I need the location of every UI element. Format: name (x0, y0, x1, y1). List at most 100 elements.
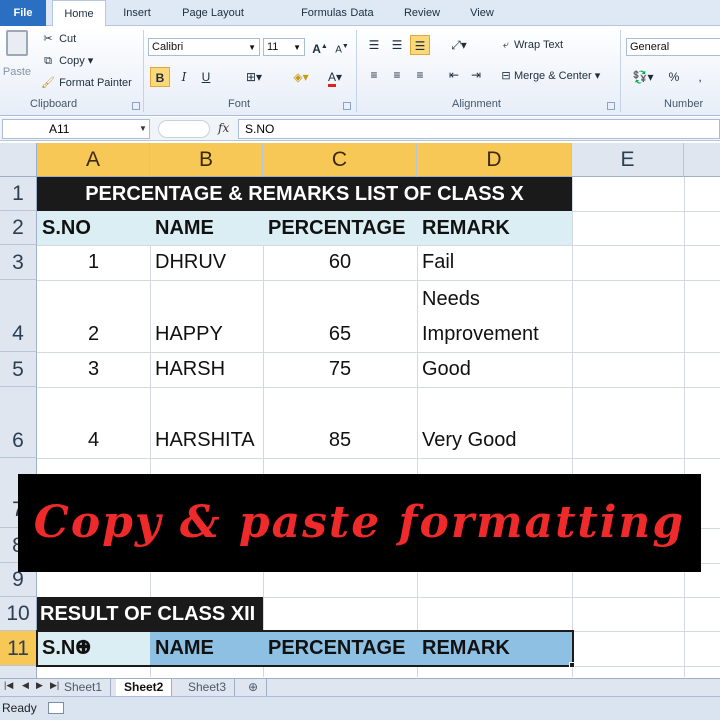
bold-button[interactable]: B (150, 67, 170, 87)
currency-icon[interactable]: 💱▾ (628, 67, 658, 87)
header-remark[interactable]: REMARK (417, 211, 572, 245)
cell-a4[interactable]: 2 (37, 317, 150, 352)
macro-record-icon[interactable] (48, 702, 64, 714)
header-name[interactable]: NAME (150, 211, 263, 245)
row-header-11[interactable]: 11 (0, 631, 37, 666)
alignment-launcher-icon[interactable] (607, 102, 615, 110)
wrap-text-icon: ⤶ (502, 39, 510, 51)
row-header-4[interactable]: 4 (0, 280, 37, 352)
name-box-dropdown-icon[interactable]: ▼ (139, 124, 147, 133)
row-header-10[interactable]: 10 (0, 597, 37, 631)
orientation-icon[interactable]: ⤢▾ (446, 35, 472, 55)
row-header-1[interactable]: 1 (0, 177, 37, 211)
shrink-font-icon[interactable]: A▼ (332, 37, 352, 57)
sheet-tab-sheet3[interactable]: Sheet3 (180, 679, 236, 697)
first-sheet-icon[interactable]: |◀ (4, 680, 13, 691)
sheet-tab-sheet1[interactable]: Sheet1 (56, 679, 112, 697)
tab-file[interactable]: File (0, 0, 46, 26)
column-header-d[interactable]: D (417, 143, 572, 177)
spreadsheet-grid: A B C D E 1 2 3 4 5 6 7 8 9 10 11 PERCEN… (0, 143, 720, 678)
gridline (684, 177, 685, 677)
format-painter-button[interactable]: 🖌 Format Painter (40, 76, 132, 89)
row-header-6[interactable]: 6 (0, 387, 37, 458)
column-header-c[interactable]: C (263, 143, 417, 177)
copy-button[interactable]: ⧉ Copy ▾ (40, 54, 93, 68)
group-separator (620, 30, 621, 112)
row-header-12[interactable] (0, 666, 37, 678)
ribbon: Paste ✂ Cut ⧉ Copy ▾ 🖌 Format Painter Cl… (0, 26, 720, 116)
insert-sheet-icon[interactable]: ⊕ (240, 679, 268, 697)
column-header-b[interactable]: B (150, 143, 263, 177)
cell-d3[interactable]: Fail (417, 245, 572, 280)
wrap-text-button[interactable]: ⤶ Wrap Text (498, 39, 563, 52)
clipboard-launcher-icon[interactable] (132, 102, 140, 110)
cut-button[interactable]: ✂ Cut (40, 32, 76, 45)
row-header-5[interactable]: 5 (0, 352, 37, 387)
row-header-2[interactable]: 2 (0, 211, 37, 245)
sheet-tab-sheet2[interactable]: Sheet2 (116, 679, 173, 697)
prev-sheet-icon[interactable]: ◀ (22, 680, 29, 691)
cell-b4[interactable]: HAPPY (150, 317, 263, 352)
align-bottom-icon[interactable]: ☰ (410, 35, 430, 55)
column-header-a[interactable]: A (37, 143, 150, 177)
cell-b6[interactable]: HARSHITA (150, 423, 263, 458)
underline-button[interactable]: U (196, 67, 216, 87)
align-center-icon[interactable]: ≡ (387, 65, 407, 85)
font-name-select[interactable]: Calibri ▼ (148, 38, 260, 56)
font-launcher-icon[interactable] (343, 102, 351, 110)
formula-input[interactable]: S.NO (238, 119, 720, 139)
cell-a5[interactable]: 3 (37, 352, 150, 387)
cell-b5[interactable]: HARSH (150, 352, 263, 387)
tab-home[interactable]: Home (52, 0, 106, 27)
comma-style-icon[interactable]: , (690, 67, 710, 87)
scissors-icon: ✂ (43, 33, 53, 45)
header-sno[interactable]: S.NO (37, 211, 150, 245)
column-header-f[interactable] (684, 143, 720, 177)
fill-color-icon[interactable]: ◈▾ (288, 67, 314, 87)
cell-c3[interactable]: 60 (263, 245, 417, 280)
column-header-e[interactable]: E (572, 143, 684, 177)
fill-handle[interactable] (569, 662, 575, 668)
next-sheet-icon[interactable]: ▶ (36, 680, 43, 691)
align-middle-icon[interactable]: ☰ (387, 35, 407, 55)
align-right-icon[interactable]: ≡ (410, 65, 430, 85)
font-color-icon[interactable]: A▾ (322, 67, 348, 87)
insert-function-button[interactable]: fx (218, 121, 229, 135)
font-size-select[interactable]: 11 ▼ (263, 38, 305, 56)
tab-review[interactable]: Review (396, 0, 448, 26)
font-group-label: Font (228, 98, 251, 110)
name-box[interactable]: A11 (2, 119, 150, 139)
merge-center-button[interactable]: ⊟ Merge & Center ▾ (498, 69, 600, 82)
percent-button[interactable]: % (664, 67, 684, 87)
cell-c6[interactable]: 85 (263, 423, 417, 458)
title-cell[interactable]: PERCENTAGE & REMARKS LIST OF CLASS X (37, 177, 572, 211)
cell-d4-line1[interactable]: Needs (417, 282, 572, 317)
clipboard-group-label: Clipboard (30, 98, 78, 110)
grow-font-icon[interactable]: A▲ (310, 37, 330, 57)
tab-page-layout[interactable]: Page Layout (172, 0, 254, 26)
increase-indent-icon[interactable]: ⇥ (466, 65, 486, 85)
row-header-3[interactable]: 3 (0, 245, 37, 280)
cell-d4-line2[interactable]: Improvement (417, 317, 572, 352)
select-all-corner[interactable] (0, 143, 37, 177)
overlay-caption: Copy & paste formatting (33, 497, 686, 548)
align-left-icon[interactable]: ≡ (364, 65, 384, 85)
italic-button[interactable]: I (174, 67, 194, 87)
align-top-icon[interactable]: ☰ (364, 35, 384, 55)
tab-insert[interactable]: Insert (114, 0, 160, 26)
tab-data[interactable]: Data (342, 0, 382, 26)
cell-d6[interactable]: Very Good (417, 423, 572, 458)
header-percentage[interactable]: PERCENTAGE (263, 211, 417, 245)
paste-button[interactable]: Paste (2, 30, 32, 82)
cell-b3[interactable]: DHRUV (150, 245, 263, 280)
cell-a3[interactable]: 1 (37, 245, 150, 280)
borders-icon[interactable]: ⊞▾ (242, 67, 266, 87)
tab-view[interactable]: View (462, 0, 502, 26)
number-format-select[interactable]: General (626, 38, 720, 56)
result-title-cell[interactable]: RESULT OF CLASS XII (37, 597, 263, 631)
cell-c5[interactable]: 75 (263, 352, 417, 387)
cell-a6[interactable]: 4 (37, 423, 150, 458)
decrease-indent-icon[interactable]: ⇤ (444, 65, 464, 85)
cell-d5[interactable]: Good (417, 352, 572, 387)
cell-c4[interactable]: 65 (263, 317, 417, 352)
